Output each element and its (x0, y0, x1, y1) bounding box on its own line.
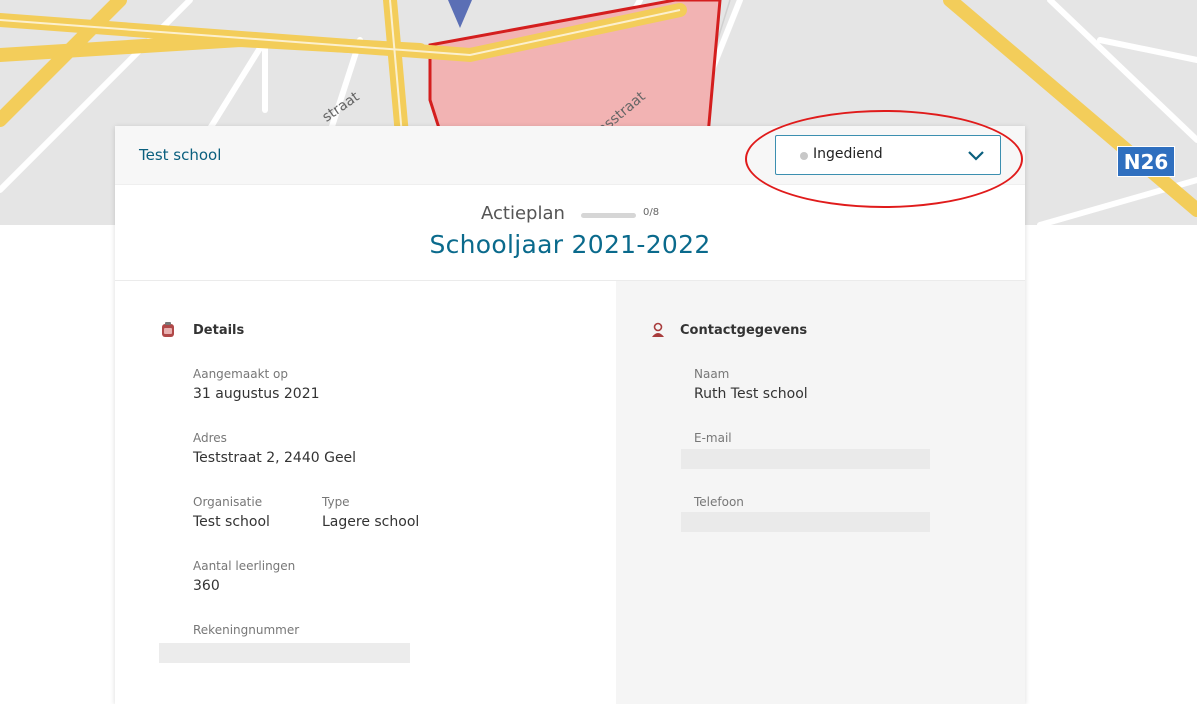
address-value: Teststraat 2, 2440 Geel (193, 450, 357, 466)
road-badge-n26: N26 (1117, 146, 1175, 177)
students-label: Aantal leerlingen (193, 559, 296, 573)
contact-section: Contactgegevens Naam Ruth Test school E-… (616, 281, 1025, 704)
action-plan-card: Test school Ingediend Actieplan 0/8 Scho… (115, 126, 1025, 704)
plan-progress-bar (581, 213, 636, 218)
phone-value-redacted (681, 512, 930, 532)
school-name[interactable]: Test school (139, 146, 221, 164)
status-dropdown[interactable]: Ingediend (775, 135, 1001, 175)
account-value-redacted (159, 643, 410, 663)
email-value-redacted (681, 449, 930, 469)
status-dot-icon (800, 152, 808, 160)
type-label: Type (322, 495, 350, 509)
organisation-label: Organisatie (193, 495, 263, 509)
type-value: Lagere school (322, 514, 420, 530)
name-label: Naam (694, 367, 730, 381)
created-value: 31 augustus 2021 (193, 386, 320, 402)
name-value: Ruth Test school (694, 386, 808, 402)
address-label: Adres (193, 431, 227, 445)
plan-progress-count: 0/8 (643, 207, 660, 218)
phone-label: Telefoon (694, 495, 744, 509)
status-selected-value: Ingediend (813, 146, 883, 162)
details-title: Details (193, 323, 245, 338)
account-label: Rekeningnummer (193, 623, 300, 637)
students-value: 360 (193, 578, 220, 594)
card-header: Test school Ingediend (115, 126, 1025, 185)
plan-label: Actieplan (481, 203, 565, 224)
details-section: Details Aangemaakt op 31 augustus 2021 A… (115, 281, 616, 704)
created-label: Aangemaakt op (193, 367, 288, 381)
school-bag-icon (161, 322, 175, 342)
plan-heading: Actieplan 0/8 Schooljaar 2021-2022 (115, 185, 1025, 281)
organisation-value: Test school (193, 514, 270, 530)
school-year-title: Schooljaar 2021-2022 (429, 230, 711, 259)
contact-title: Contactgegevens (680, 323, 808, 338)
user-icon (651, 322, 665, 342)
chevron-down-icon[interactable] (966, 146, 986, 170)
email-label: E-mail (694, 431, 732, 445)
